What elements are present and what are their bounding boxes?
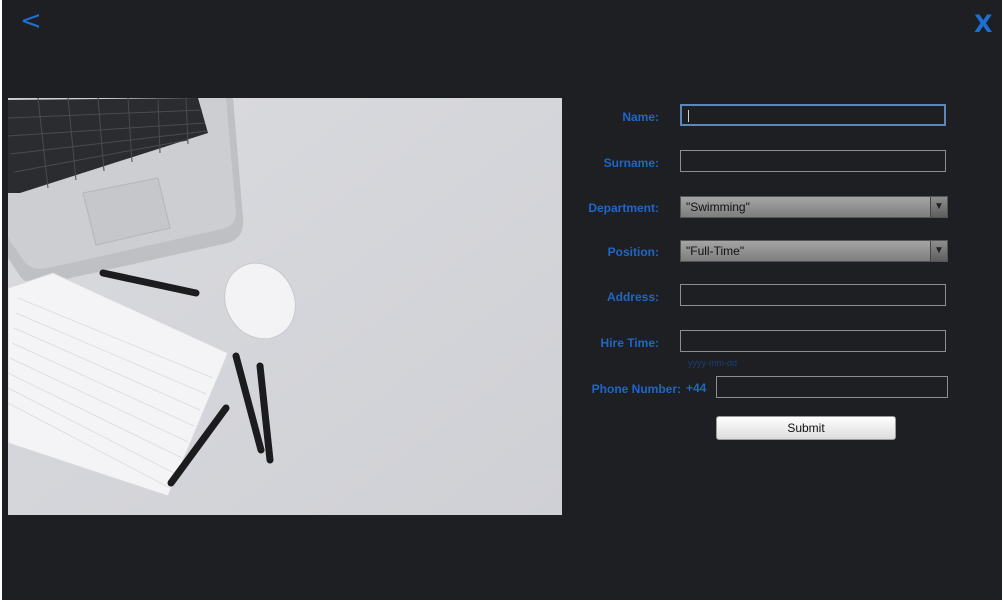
- surname-input[interactable]: [680, 150, 946, 172]
- department-selected-value: "Swimming": [686, 200, 750, 214]
- chevron-down-icon[interactable]: ▼: [930, 241, 947, 261]
- desk-photo: [8, 98, 562, 515]
- submit-button[interactable]: Submit: [716, 416, 896, 440]
- name-label: Name:: [622, 110, 659, 124]
- hire-time-format-hint: yyyy-mm-dd: [688, 358, 737, 368]
- employee-form-window: < X Name: Surname: Department: "Swimming…: [2, 0, 1002, 600]
- department-select[interactable]: "Swimming" ▼: [680, 196, 948, 218]
- address-input[interactable]: [680, 284, 946, 306]
- address-label: Address:: [606, 290, 659, 304]
- surname-label: Surname:: [603, 156, 659, 170]
- text-caret: [688, 110, 689, 122]
- close-button[interactable]: X: [974, 10, 993, 38]
- hire-time-input[interactable]: [680, 330, 946, 352]
- phone-number-input[interactable]: [716, 376, 948, 398]
- position-selected-value: "Full-Time": [686, 244, 745, 258]
- position-select[interactable]: "Full-Time" ▼: [680, 240, 948, 262]
- name-input[interactable]: [680, 104, 946, 126]
- hire-time-label: Hire Time:: [600, 336, 659, 350]
- position-label: Position:: [607, 245, 659, 259]
- chevron-down-icon[interactable]: ▼: [930, 197, 947, 217]
- back-button[interactable]: <: [20, 6, 42, 36]
- department-label: Department:: [588, 201, 659, 215]
- phone-country-prefix: +44: [686, 381, 707, 395]
- phone-number-label: Phone Number:: [591, 382, 681, 396]
